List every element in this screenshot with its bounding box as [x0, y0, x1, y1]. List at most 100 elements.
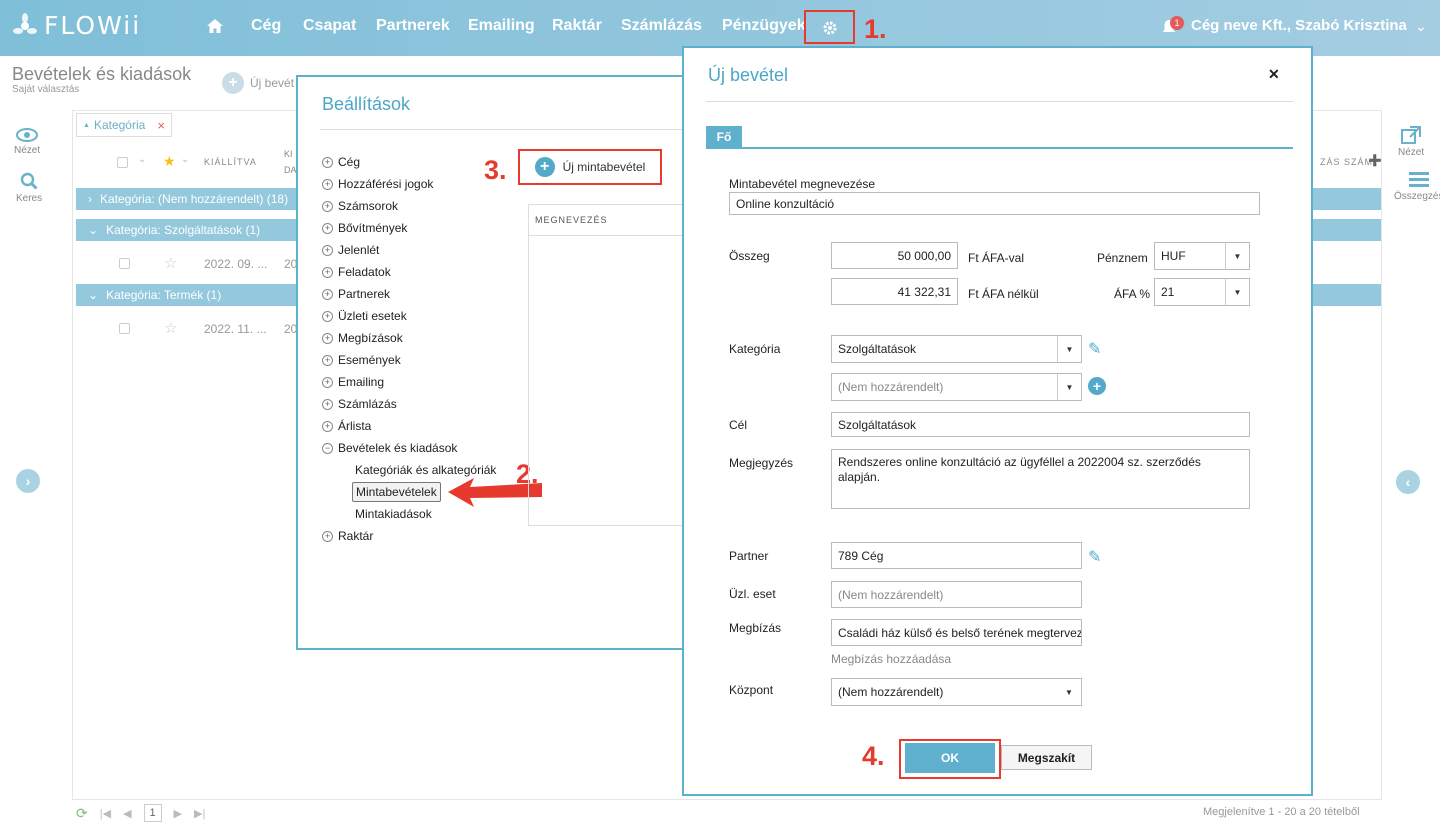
- partner-input[interactable]: 789 Cég: [831, 542, 1082, 569]
- view-right-button[interactable]: Nézet: [1398, 126, 1424, 158]
- nav-penzugyek[interactable]: Pénzügyek: [722, 17, 806, 35]
- plus-column-icon[interactable]: ➕: [1368, 154, 1382, 167]
- tree-item-esemenyek[interactable]: + Események: [322, 353, 401, 367]
- partner-label: Partner: [729, 549, 769, 563]
- tree-item-uzleti-esetek[interactable]: + Üzleti esetek: [322, 309, 407, 323]
- filter-tag[interactable]: ▲ Kategória ×: [76, 113, 172, 137]
- center-select[interactable]: (Nem hozzárendelt) ▼: [831, 678, 1082, 706]
- col-kiallitva[interactable]: KIÁLLÍTVA: [204, 157, 257, 167]
- remove-filter-icon[interactable]: ×: [157, 118, 165, 133]
- refresh-icon[interactable]: ⟳: [76, 805, 88, 822]
- tree-label: Bővítmények: [338, 221, 408, 235]
- case-input[interactable]: (Nem hozzárendelt): [831, 581, 1082, 608]
- amount-gross-input[interactable]: 50 000,00: [831, 242, 958, 269]
- tree-item-ceg[interactable]: + Cég: [322, 155, 360, 169]
- subcategory-select[interactable]: (Nem hozzárendelt) ▼: [831, 373, 1082, 401]
- tab-fo[interactable]: Fő: [706, 126, 742, 148]
- add-assignment-link[interactable]: Megbízás hozzáadása: [831, 652, 951, 666]
- amount-net-input[interactable]: 41 322,31: [831, 278, 958, 305]
- tree-item-arlista[interactable]: + Árlista: [322, 419, 371, 433]
- row-checkbox[interactable]: [119, 323, 130, 334]
- assignment-input[interactable]: Családi ház külső és belső terének megte…: [831, 619, 1082, 646]
- chevron-down-icon[interactable]: ⌄: [181, 154, 189, 165]
- col-szamla[interactable]: ZÁS SZÁM: [1320, 157, 1373, 167]
- view-button[interactable]: Nézet: [14, 128, 40, 156]
- collapse-icon: −: [322, 442, 333, 454]
- tree-item-szamlazas[interactable]: + Számlázás: [322, 397, 397, 411]
- net-unit-label: Ft ÁFA nélkül: [968, 287, 1039, 301]
- search-button[interactable]: Keres: [16, 172, 42, 204]
- add-subcategory-icon[interactable]: +: [1088, 377, 1106, 395]
- select-all-checkbox[interactable]: [117, 157, 128, 168]
- tree-item-partnerek[interactable]: + Partnerek: [322, 287, 390, 301]
- caret-down-icon: ▼: [1225, 279, 1249, 305]
- row-checkbox[interactable]: [119, 258, 130, 269]
- tree-item-szamsorok[interactable]: + Számsorok: [322, 199, 398, 213]
- ok-button[interactable]: OK: [905, 743, 995, 773]
- edit-partner-icon[interactable]: ✎: [1088, 547, 1101, 567]
- amount-label: Összeg: [729, 249, 770, 263]
- chevron-down-icon[interactable]: ⌄: [1415, 18, 1427, 35]
- category-select[interactable]: Szolgáltatások ▼: [831, 335, 1082, 363]
- step-4-marker: 4.: [862, 741, 885, 771]
- summary-button[interactable]: Összegzés: [1394, 172, 1440, 202]
- tree-item-feladatok[interactable]: + Feladatok: [322, 265, 391, 279]
- new-entry-button[interactable]: + Új bevét: [222, 72, 294, 94]
- tree-item-hozzaferesi-jogok[interactable]: + Hozzáférési jogok: [322, 177, 433, 191]
- currency-select[interactable]: HUF ▼: [1154, 242, 1250, 270]
- nav-szamlazas[interactable]: Számlázás: [621, 17, 702, 35]
- cancel-button[interactable]: Megszakít: [1001, 745, 1092, 770]
- category-value: Szolgáltatások: [838, 342, 917, 356]
- nav-partnerek[interactable]: Partnerek: [376, 17, 450, 35]
- new-template-label: Új mintabevétel: [562, 160, 646, 174]
- subtree-item-mintakiadasok[interactable]: Mintakiadások: [355, 507, 432, 521]
- star-outline-icon[interactable]: ☆: [164, 319, 177, 337]
- gear-icon[interactable]: [821, 19, 839, 40]
- plus-icon: +: [534, 157, 555, 177]
- nav-emailing[interactable]: Emailing: [468, 17, 535, 35]
- tree-item-megbizasok[interactable]: + Megbízások: [322, 331, 403, 345]
- chevron-down-icon[interactable]: ⌄: [138, 154, 146, 165]
- close-icon[interactable]: ✕: [1268, 66, 1280, 83]
- prev-page-icon[interactable]: ◀: [123, 807, 131, 820]
- note-label: Megjegyzés: [729, 456, 794, 470]
- first-page-icon[interactable]: |◀: [100, 807, 111, 820]
- list-icon: [1408, 172, 1429, 187]
- page-number[interactable]: 1: [143, 804, 162, 822]
- goal-input[interactable]: Szolgáltatások: [831, 412, 1250, 437]
- tree-item-jelenlet[interactable]: + Jelenlét: [322, 243, 379, 257]
- star-outline-icon[interactable]: ☆: [164, 254, 177, 272]
- search-icon: [20, 172, 38, 190]
- star-icon[interactable]: ★: [163, 153, 176, 170]
- nav-raktar[interactable]: Raktár: [552, 17, 602, 35]
- col-ki[interactable]: KI: [284, 149, 293, 159]
- expand-left-arrow[interactable]: ›: [16, 469, 40, 493]
- nav-ceg[interactable]: Cég: [251, 17, 281, 35]
- nav-csapat[interactable]: Csapat: [303, 17, 356, 35]
- tree-label: Üzleti esetek: [338, 309, 407, 323]
- chevron-down-icon: ⌄: [88, 288, 99, 302]
- new-template-button[interactable]: + Új mintabevétel: [518, 149, 662, 185]
- last-page-icon[interactable]: ▶|: [194, 807, 205, 820]
- tree-label: Események: [338, 353, 401, 367]
- view-label: Nézet: [14, 145, 41, 156]
- plus-icon: +: [222, 72, 244, 94]
- tree-label: Hozzáférési jogok: [338, 177, 434, 191]
- col-da[interactable]: DA: [284, 165, 297, 175]
- subtree-item-mintabevetelek[interactable]: Mintabevételek: [352, 482, 441, 502]
- edit-category-icon[interactable]: ✎: [1088, 339, 1101, 359]
- tree-item-raktar[interactable]: + Raktár: [322, 529, 373, 543]
- tree-item-emailing[interactable]: + Emailing: [322, 375, 384, 389]
- vat-select[interactable]: 21 ▼: [1154, 278, 1250, 306]
- user-menu[interactable]: Cég neve Kft., Szabó Krisztina: [1191, 17, 1407, 34]
- home-icon[interactable]: [206, 17, 224, 38]
- note-textarea[interactable]: Rendszeres online konzultáció az ügyféll…: [831, 449, 1250, 509]
- center-value: (Nem hozzárendelt): [838, 685, 944, 699]
- collapse-right-arrow[interactable]: ‹: [1396, 470, 1420, 494]
- template-name-input[interactable]: Online konzultáció: [729, 192, 1260, 215]
- flowii-logo[interactable]: FLOWii: [12, 11, 141, 40]
- next-page-icon[interactable]: ▶: [174, 807, 182, 820]
- tree-item-bevetelek-es-kiadasok[interactable]: − Bevételek és kiadások: [322, 441, 457, 455]
- tree-item-bovitmenyek[interactable]: + Bővítmények: [322, 221, 407, 235]
- new-income-dialog: Új bevétel ✕ Fő Mintabevétel megnevezése…: [682, 46, 1313, 796]
